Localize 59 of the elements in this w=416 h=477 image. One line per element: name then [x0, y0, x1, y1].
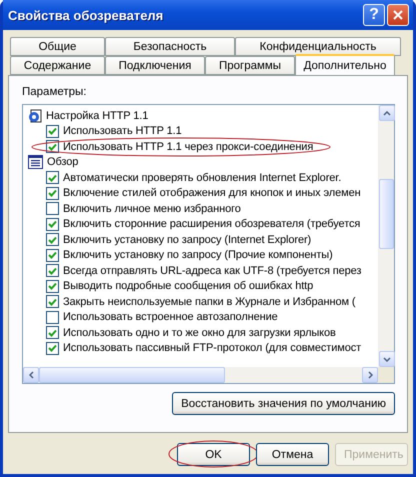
checkbox[interactable]: [46, 342, 59, 355]
checkbox[interactable]: [46, 218, 59, 231]
scroll-up-button[interactable]: [379, 105, 395, 121]
horizontal-scrollbar[interactable]: [23, 367, 378, 383]
setting-label: Использовать одно и то же окно для загрузки ярлыков: [63, 326, 336, 339]
vertical-scrollbar[interactable]: [378, 105, 394, 367]
parameters-label: Параметры:: [22, 86, 88, 98]
setting-label: Включить установку по запросу (Прочие компоненты): [63, 249, 333, 262]
restore-defaults-button[interactable]: Восстановить значения по умолчанию: [172, 392, 395, 415]
setting-label: Включение стилей отображения для кнопок и иных элемен: [63, 187, 361, 200]
dialog-button[interactable]: OK: [177, 443, 250, 466]
tab[interactable]: Подключения: [105, 56, 205, 75]
checkbox[interactable]: [46, 186, 59, 200]
setting-label: Выводить подробные сообщения об ошибках http: [63, 280, 314, 292]
setting-label: Использовать пассивный FTP-протокол (для совместимост: [63, 342, 362, 354]
checkbox[interactable]: [46, 280, 59, 293]
checkbox[interactable]: [46, 171, 59, 184]
tab[interactable]: Конфиденциальность: [235, 37, 401, 56]
help-button[interactable]: ?: [363, 4, 385, 26]
checkbox[interactable]: [46, 248, 59, 262]
checkbox[interactable]: [46, 233, 59, 246]
checkbox[interactable]: [46, 202, 59, 216]
window-title: Свойства обозревателя: [8, 8, 164, 22]
checkbox[interactable]: [46, 310, 59, 324]
setting-label: Использовать встроенное автозаполнение: [63, 311, 278, 324]
setting-label: Использовать HTTP 1.1 через прокси-соединения: [63, 140, 314, 153]
setting-label: Всегда отправлять URL-адреса как UTF-8 (требуется перез: [63, 264, 362, 277]
chevron-down-icon: [383, 356, 391, 362]
scroll-thumb[interactable]: [379, 179, 394, 249]
scrollbar-corner: [378, 367, 394, 383]
tab[interactable]: Общие: [10, 37, 105, 56]
scroll-down-button[interactable]: [379, 351, 395, 367]
tab[interactable]: Безопасность: [105, 37, 235, 56]
scroll-right-button[interactable]: [362, 367, 378, 383]
checkbox[interactable]: [46, 264, 59, 278]
setting-label: Включить сторонние расширения обозревателя (требуется: [63, 218, 360, 230]
chevron-up-icon: [383, 110, 391, 116]
setting-label: Включить установку по запросу (Internet Explorer): [63, 234, 312, 246]
list-icon: [28, 155, 43, 170]
setting-label: Использовать HTTP 1.1: [63, 125, 182, 138]
group-label: Настройка HTTP 1.1: [46, 110, 148, 122]
checkbox[interactable]: [46, 326, 59, 340]
setting-label: Включить личное меню избранного: [63, 202, 241, 215]
group-label: Обзор: [47, 156, 78, 168]
tab[interactable]: Содержание: [10, 56, 105, 75]
scroll-left-button[interactable]: [23, 367, 39, 383]
close-button[interactable]: [387, 4, 409, 26]
setting-label: Закрыть неиспользуемые папки в Журнале и Избранном (: [63, 296, 356, 308]
tab[interactable]: Дополнительно: [295, 54, 395, 75]
tab[interactable]: Программы: [205, 56, 295, 75]
checkbox[interactable]: [46, 295, 59, 308]
dialog-button[interactable]: Отмена: [256, 443, 329, 466]
chevron-left-icon: [28, 371, 34, 379]
close-icon: [393, 10, 403, 20]
scroll-thumb[interactable]: [39, 367, 225, 383]
chevron-right-icon: [368, 371, 372, 379]
globe-page-icon: [28, 108, 42, 123]
checkbox[interactable]: [46, 124, 59, 138]
setting-label: Автоматически проверять обновления Internet Explorer.: [63, 172, 342, 184]
